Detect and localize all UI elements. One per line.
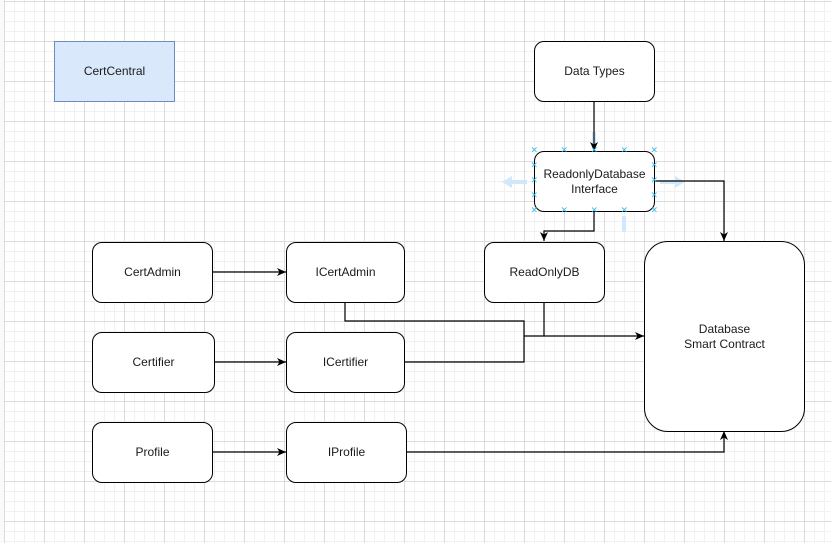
resize-handle-icon[interactable]: × xyxy=(651,146,659,155)
node-cert-admin[interactable]: CertAdmin xyxy=(92,242,213,303)
edge-icertadmin-to-database[interactable] xyxy=(344,302,525,336)
node-data-types[interactable]: Data Types xyxy=(534,41,655,102)
node-read-only-db[interactable]: ReadOnlyDB xyxy=(484,242,605,303)
edge-icertifier-to-database[interactable] xyxy=(404,336,525,363)
node-label: CertAdmin xyxy=(124,265,181,279)
edge-iprofile-to-database[interactable] xyxy=(406,431,728,453)
node-i-certifier[interactable]: ICertifier xyxy=(286,332,405,393)
resize-handle-icon[interactable]: × xyxy=(561,146,569,155)
node-label: Data Types xyxy=(564,64,625,78)
node-profile[interactable]: Profile xyxy=(92,422,213,483)
resize-handle-icon[interactable]: × xyxy=(651,191,659,200)
resize-handle-icon[interactable]: × xyxy=(531,191,539,200)
resize-handle-icon[interactable]: × xyxy=(561,206,569,215)
node-label: Profile xyxy=(135,445,170,459)
node-label: ReadonlyDatabase Interface xyxy=(543,166,646,196)
resize-handle-icon[interactable]: × xyxy=(531,161,539,170)
resize-handle-icon[interactable]: × xyxy=(531,176,539,185)
resize-handle-icon[interactable]: × xyxy=(591,206,599,215)
node-readonly-database-interface[interactable]: ReadonlyDatabase Interface xyxy=(534,151,655,212)
hint-arrow-left-head xyxy=(502,176,512,188)
resize-handle-icon[interactable]: × xyxy=(651,161,659,170)
node-label: Database Smart Contract xyxy=(684,321,765,351)
resize-handle-icon[interactable]: × xyxy=(621,206,629,215)
node-label: ReadOnlyDB xyxy=(509,265,580,279)
node-label: ICertifier xyxy=(322,355,369,369)
node-certifier[interactable]: Certifier xyxy=(92,332,215,393)
hint-arrow-right-head xyxy=(675,176,685,188)
node-label: ICertAdmin xyxy=(315,265,376,279)
node-label: CertCentral xyxy=(83,64,146,78)
node-certcentral[interactable]: CertCentral xyxy=(54,41,175,102)
resize-handle-icon[interactable]: × xyxy=(651,206,659,215)
edge-interface-to-database[interactable] xyxy=(654,180,728,241)
resize-handle-icon[interactable]: × xyxy=(531,146,539,155)
node-i-profile[interactable]: IProfile xyxy=(286,422,407,483)
resize-handle-icon[interactable]: × xyxy=(591,146,599,155)
resize-handle-icon[interactable]: × xyxy=(531,206,539,215)
resize-handle-icon[interactable]: × xyxy=(651,176,659,185)
resize-handle-icon[interactable]: × xyxy=(621,146,629,155)
edge-interface-to-readonlydb[interactable] xyxy=(540,211,595,241)
node-i-cert-admin[interactable]: ICertAdmin xyxy=(286,242,405,303)
node-label: Certifier xyxy=(132,355,175,369)
node-label: IProfile xyxy=(327,445,366,459)
node-database-smart-contract[interactable]: Database Smart Contract xyxy=(644,241,805,432)
